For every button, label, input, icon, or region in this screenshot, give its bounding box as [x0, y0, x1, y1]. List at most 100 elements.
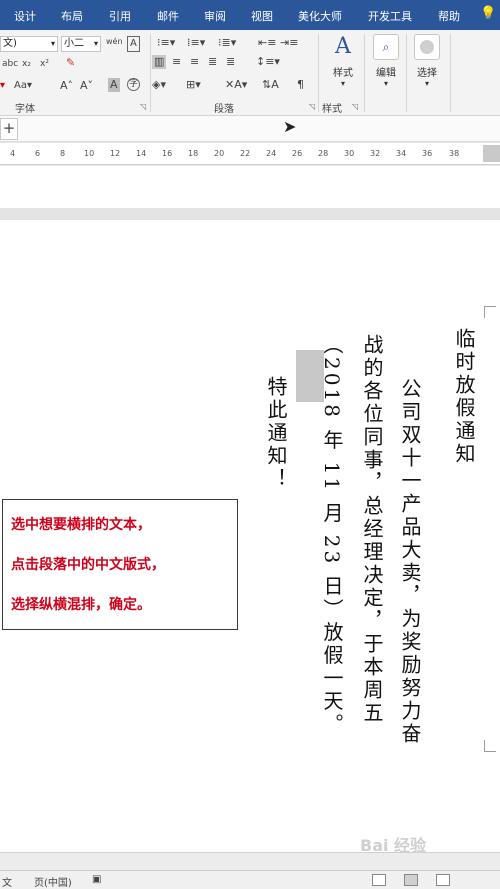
status-locale[interactable]: 页(中国) — [34, 874, 72, 889]
decrease-indent-icon[interactable]: ⇤≡ — [258, 36, 276, 50]
ruler-tick: 14 — [136, 149, 147, 158]
styles-dialog-launcher-icon[interactable]: ◹ — [352, 102, 358, 111]
distributed-icon[interactable]: ≣ — [226, 55, 235, 69]
multilevel-list-icon[interactable]: ⁝≣▾ — [218, 36, 236, 50]
styles-icon: A — [335, 34, 351, 59]
font-name-combo[interactable]: 文) ▾ — [0, 36, 58, 52]
web-layout-view-icon[interactable] — [436, 874, 450, 886]
document-tab-strip: + ➤ — [0, 116, 500, 142]
ruler-tick: 10 — [84, 149, 95, 158]
justify-icon[interactable]: ≣ — [208, 55, 217, 69]
align-left-icon[interactable]: ▥ — [152, 55, 167, 69]
horizontal-ruler[interactable]: 4 6 8 10 12 14 16 18 20 22 24 26 28 30 3… — [0, 143, 500, 165]
notice-line-1: 公司双十一产品大卖，为奖励努力奋 — [398, 378, 422, 746]
ruler-tick: 32 — [370, 149, 381, 158]
ruler-tick: 34 — [396, 149, 407, 158]
change-case-icon[interactable]: Aa▾ — [14, 79, 32, 93]
char-border-icon[interactable]: A — [127, 36, 140, 52]
lightbulb-icon[interactable]: 💡 — [480, 6, 496, 21]
phonetic-guide-icon[interactable]: wén — [106, 35, 123, 49]
add-tab-button[interactable]: + — [0, 118, 18, 140]
ruler-tick: 6 — [35, 149, 41, 158]
page-gap — [0, 208, 500, 220]
font-size-combo[interactable]: 小二 ▾ — [61, 36, 101, 52]
ribbon: 文) ▾ 小二 ▾ wén A abc x₂ x² ✎ ▾ Aa▾ A˄ A˅ … — [0, 30, 500, 116]
tab-view[interactable]: 视图 — [251, 8, 273, 24]
tab-review[interactable]: 审阅 — [204, 8, 226, 24]
align-right-icon[interactable]: ≡ — [190, 55, 199, 69]
ruler-tick: 16 — [162, 149, 173, 158]
tab-help[interactable]: 帮助 — [438, 8, 460, 24]
callout-line-2: 点击段落中的中文版式， — [11, 557, 165, 573]
read-mode-view-icon[interactable] — [372, 874, 386, 886]
tab-design[interactable]: 设计 — [14, 8, 36, 24]
superscript-icon[interactable]: x² — [40, 57, 49, 71]
tab-meihua-dashi[interactable]: 美化大师 — [298, 8, 342, 24]
ruler-tick: 12 — [110, 149, 121, 158]
ruler-tick: 26 — [292, 149, 303, 158]
margin-corner-marker — [484, 306, 496, 318]
tab-developer[interactable]: 开发工具 — [368, 8, 412, 24]
char-shading-icon[interactable]: A — [108, 78, 120, 92]
status-bar: 文 页(中国) ▣ — [0, 870, 500, 889]
paragraph-dialog-launcher-icon[interactable]: ◹ — [309, 102, 315, 111]
numbering-icon[interactable]: ⁞≡▾ — [187, 36, 205, 50]
grow-font-icon[interactable]: A˄ — [60, 79, 73, 93]
document-page[interactable]: 临时放假通知 公司双十一产品大卖，为奖励努力奋 战的各位同事，总经理决定，于本周… — [0, 220, 500, 855]
tab-mailings[interactable]: 邮件 — [157, 8, 179, 24]
group-divider — [150, 34, 151, 112]
font-color-icon[interactable]: ▾ — [0, 79, 5, 93]
font-size-value: 小二 — [64, 38, 84, 49]
ruler-tick: 30 — [344, 149, 355, 158]
strikethrough-icon[interactable]: abc — [2, 57, 18, 71]
ruler-tick: 28 — [318, 149, 329, 158]
bullets-icon[interactable]: ⁝≡▾ — [157, 36, 175, 50]
callout-line-3: 选择纵横混排，确定。 — [11, 597, 151, 613]
print-layout-view-icon[interactable] — [404, 874, 418, 886]
subscript-icon[interactable]: x₂ — [22, 57, 31, 71]
tab-references[interactable]: 引用 — [109, 8, 131, 24]
page-top-area — [0, 166, 500, 210]
styles-button[interactable]: A 样式 ▾ — [326, 34, 360, 88]
ruler-tick: 22 — [240, 149, 251, 158]
text-effect-label: Aa — [14, 80, 27, 91]
ruler-tick: 18 — [188, 149, 199, 158]
align-center-icon[interactable]: ≡ — [172, 55, 181, 69]
group-label-paragraph: 段落 — [214, 104, 234, 115]
group-label-styles: 样式 — [322, 104, 342, 115]
status-macro-icon[interactable]: ▣ — [92, 874, 101, 885]
enclose-char-icon[interactable]: 字 — [127, 78, 140, 91]
select-button[interactable]: 选择 ▾ — [411, 34, 443, 88]
font-name-value: 文) — [3, 38, 17, 49]
ruler-tick: 20 — [214, 149, 225, 158]
borders-icon[interactable]: ⊞▾ — [186, 78, 201, 92]
search-icon: ⌕ — [373, 34, 399, 60]
ribbon-tab-bar: 设计 布局 引用 邮件 审阅 视图 美化大师 开发工具 帮助 💡 — [0, 0, 500, 30]
ruler-tick: 8 — [60, 149, 66, 158]
tab-layout[interactable]: 布局 — [61, 8, 83, 24]
edit-button[interactable]: ⌕ 编辑 ▾ — [370, 34, 402, 88]
chinese-layout-icon[interactable]: ✕A▾ — [225, 78, 247, 92]
notice-closing: 特此通知！ — [264, 376, 288, 491]
select-button-label: 选择 — [417, 68, 437, 79]
chevron-down-icon: ▾ — [340, 79, 345, 88]
chevron-down-icon: ▾ — [424, 79, 429, 88]
increase-indent-icon[interactable]: ⇥≡ — [280, 36, 298, 50]
status-language[interactable]: 文 — [2, 874, 12, 889]
show-marks-icon[interactable]: ¶ — [297, 78, 304, 92]
mouse-cursor-icon: ➤ — [283, 117, 297, 136]
sort-icon[interactable]: ⇅A — [262, 78, 279, 92]
edit-button-label: 编辑 — [376, 68, 396, 79]
group-divider — [450, 34, 451, 112]
group-divider — [364, 34, 365, 112]
ruler-tick: 24 — [266, 149, 277, 158]
shrink-font-icon[interactable]: A˅ — [80, 79, 93, 93]
shading-icon[interactable]: ◈▾ — [152, 78, 166, 92]
horizontal-scrollbar[interactable] — [0, 852, 500, 870]
font-dialog-launcher-icon[interactable]: ◹ — [140, 102, 146, 111]
ruler-tick: 36 — [422, 149, 433, 158]
clear-format-icon[interactable]: ✎ — [66, 56, 75, 70]
instruction-callout: 选中想要横排的文本， 点击段落中的中文版式， 选择纵横混排，确定。 — [2, 499, 238, 630]
callout-line-1: 选中想要横排的文本， — [11, 517, 151, 533]
line-spacing-icon[interactable]: ↕≡▾ — [256, 55, 280, 69]
